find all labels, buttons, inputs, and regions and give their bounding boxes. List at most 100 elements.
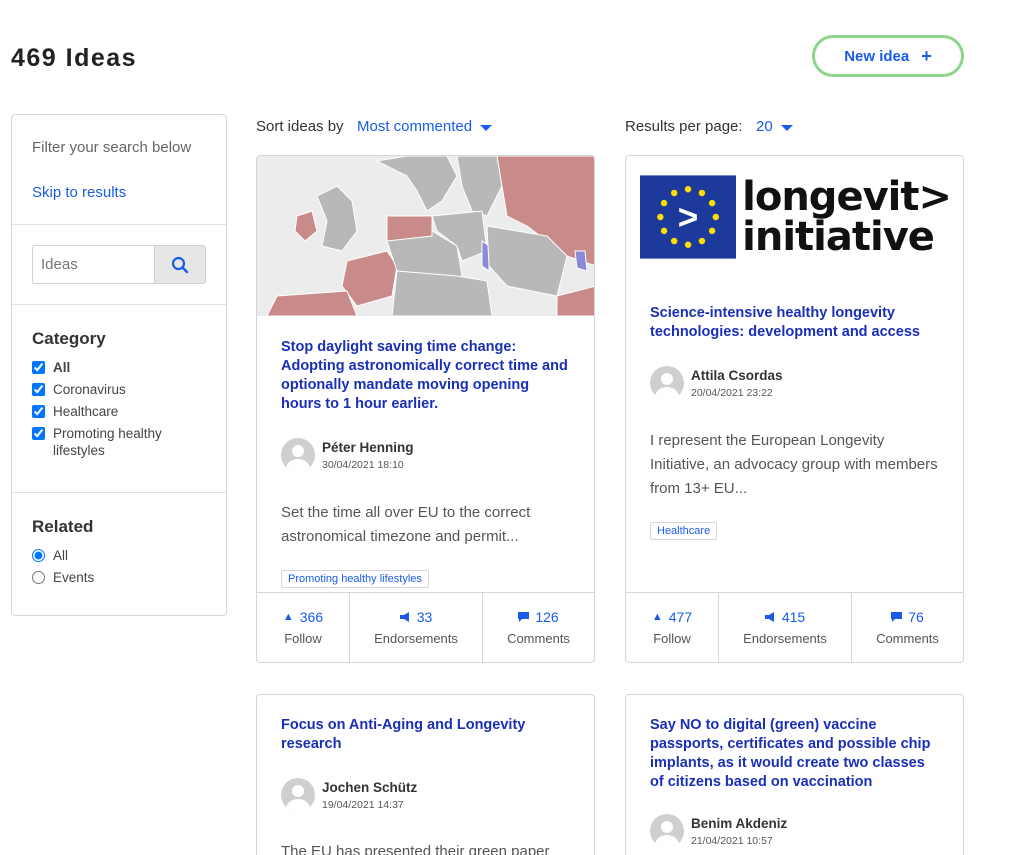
idea-image bbox=[257, 156, 594, 316]
idea-stats: ▲ 366 Follow 33 Endorsements 126 Comments bbox=[257, 592, 594, 662]
idea-excerpt: Set the time all over EU to the correct … bbox=[281, 504, 531, 545]
category-checkbox-healthcare[interactable] bbox=[32, 405, 45, 418]
skip-to-results-link[interactable]: Skip to results bbox=[32, 184, 206, 201]
filter-intro: Filter your search below Skip to results bbox=[12, 115, 226, 225]
category-option-healthcare[interactable]: Healthcare bbox=[32, 403, 206, 420]
idea-excerpt: The EU has presented their green paper bbox=[281, 843, 550, 855]
endorsements-label: Endorsements bbox=[374, 631, 458, 646]
category-tag[interactable]: Promoting healthy lifestyles bbox=[281, 570, 429, 588]
endorsements-button[interactable]: 415 Endorsements bbox=[719, 593, 852, 662]
avatar bbox=[650, 366, 684, 400]
chevron-down-icon bbox=[480, 124, 493, 131]
avatar bbox=[650, 814, 684, 848]
idea-title[interactable]: Focus on Anti-Aging and Longevity resear… bbox=[281, 716, 570, 754]
related-radio-all[interactable] bbox=[32, 549, 45, 562]
post-date: 30/04/2021 18:10 bbox=[322, 458, 404, 471]
endorsement-count: 33 bbox=[416, 609, 433, 625]
chevron-down-icon bbox=[780, 124, 793, 131]
author-name[interactable]: Benim Akdeniz bbox=[691, 816, 787, 831]
category-label-healthcare: Healthcare bbox=[53, 404, 119, 419]
results-per-page-dropdown[interactable]: 20 bbox=[756, 118, 793, 135]
related-filter: Related All Events bbox=[12, 493, 226, 615]
eu-flag-logo: > bbox=[640, 175, 737, 259]
longevity-initiative-logo: > longevit> initiative bbox=[640, 172, 952, 262]
author-name[interactable]: Jochen Schütz bbox=[322, 780, 417, 795]
megaphone-icon bbox=[399, 612, 409, 622]
sort-dropdown[interactable]: Most commented bbox=[357, 118, 493, 135]
related-label-all: All bbox=[53, 548, 69, 563]
author-row: Attila Csordas 20/04/2021 23:22 bbox=[650, 366, 939, 400]
idea-title[interactable]: Science-intensive healthy longevity tech… bbox=[650, 304, 939, 342]
category-tag[interactable]: Healthcare bbox=[650, 522, 718, 540]
search-button[interactable] bbox=[154, 245, 206, 284]
idea-excerpt: I represent the European Longevity Initi… bbox=[650, 432, 938, 497]
bell-icon: ▲ bbox=[651, 611, 663, 623]
page-title: 469 Ideas bbox=[11, 44, 138, 72]
follow-button[interactable]: ▲ 477 Follow bbox=[626, 593, 719, 662]
endorsement-count: 415 bbox=[781, 609, 806, 625]
category-option-coronavirus[interactable]: Coronavirus bbox=[32, 381, 206, 398]
related-option-all[interactable]: All bbox=[32, 547, 206, 564]
post-date: 20/04/2021 23:22 bbox=[691, 386, 773, 399]
avatar bbox=[281, 438, 315, 472]
author-name[interactable]: Péter Henning bbox=[322, 440, 414, 455]
post-date: 19/04/2021 14:37 bbox=[322, 798, 404, 811]
sort-value: Most commented bbox=[357, 118, 473, 135]
author-row: Péter Henning 30/04/2021 18:10 bbox=[281, 438, 570, 472]
search-form bbox=[12, 225, 226, 305]
comment-icon bbox=[518, 612, 530, 622]
category-checkbox-healthy-lifestyles[interactable] bbox=[32, 427, 45, 440]
results-per-page-label: Results per page: bbox=[625, 118, 743, 135]
category-heading: Category bbox=[32, 329, 106, 348]
idea-card[interactable]: Focus on Anti-Aging and Longevity resear… bbox=[256, 694, 595, 855]
category-option-all[interactable]: All bbox=[32, 359, 206, 376]
idea-card[interactable]: Say NO to digital (green) vaccine passpo… bbox=[625, 694, 964, 855]
endorsements-label: Endorsements bbox=[743, 631, 827, 646]
category-label-coronavirus: Coronavirus bbox=[53, 382, 126, 397]
idea-card[interactable]: > longevit> initiative Science-intensive… bbox=[625, 155, 964, 663]
search-input[interactable] bbox=[32, 245, 154, 284]
post-date: 21/04/2021 10:57 bbox=[691, 834, 773, 847]
category-option-healthy-lifestyles[interactable]: Promoting healthy lifestyles bbox=[32, 425, 206, 459]
idea-image: > longevit> initiative bbox=[626, 156, 963, 282]
new-idea-button[interactable]: New idea + bbox=[812, 35, 964, 77]
megaphone-icon bbox=[764, 612, 774, 622]
related-label-events: Events bbox=[53, 570, 95, 585]
idea-title[interactable]: Stop daylight saving time change: Adopti… bbox=[281, 338, 570, 414]
avatar bbox=[281, 778, 315, 812]
follow-label: Follow bbox=[284, 631, 322, 646]
comments-button[interactable]: 76 Comments bbox=[852, 593, 963, 662]
related-option-events[interactable]: Events bbox=[32, 569, 206, 586]
idea-stats: ▲ 477 Follow 415 Endorsements 76 Comments bbox=[626, 592, 963, 662]
category-label-healthy-lifestyles: Promoting healthy lifestyles bbox=[53, 426, 162, 458]
logo-text-line2: initiative bbox=[742, 214, 935, 260]
logo-arrow-symbol: > bbox=[678, 198, 699, 237]
category-checkbox-all[interactable] bbox=[32, 361, 45, 374]
logo-text-line1: longevit> bbox=[742, 174, 952, 220]
filter-text: Filter your search below bbox=[32, 139, 192, 156]
follow-label: Follow bbox=[653, 631, 691, 646]
author-name[interactable]: Attila Csordas bbox=[691, 368, 783, 383]
category-checkbox-coronavirus[interactable] bbox=[32, 383, 45, 396]
sort-label: Sort ideas by bbox=[256, 118, 344, 135]
author-row: Benim Akdeniz 21/04/2021 10:57 bbox=[650, 814, 939, 848]
category-filter: Category All Coronavirus Healthcare Prom… bbox=[12, 305, 226, 493]
follow-count: 366 bbox=[299, 609, 324, 625]
filter-sidebar: Filter your search below Skip to results… bbox=[11, 114, 227, 616]
category-label-all: All bbox=[53, 360, 71, 375]
comments-label: Comments bbox=[507, 631, 570, 646]
plus-icon: + bbox=[921, 45, 932, 66]
related-radio-events[interactable] bbox=[32, 571, 45, 584]
endorsements-button[interactable]: 33 Endorsements bbox=[350, 593, 483, 662]
comment-count: 126 bbox=[535, 609, 559, 625]
follow-button[interactable]: ▲ 366 Follow bbox=[257, 593, 350, 662]
follow-count: 477 bbox=[668, 609, 693, 625]
comments-button[interactable]: 126 Comments bbox=[483, 593, 594, 662]
europe-map-image bbox=[257, 156, 594, 316]
idea-card[interactable]: Stop daylight saving time change: Adopti… bbox=[256, 155, 595, 663]
results-per-page-value: 20 bbox=[756, 118, 773, 135]
idea-title[interactable]: Say NO to digital (green) vaccine passpo… bbox=[650, 716, 939, 792]
bell-icon: ▲ bbox=[282, 611, 294, 623]
author-row: Jochen Schütz 19/04/2021 14:37 bbox=[281, 778, 570, 812]
new-idea-label: New idea bbox=[844, 47, 910, 65]
